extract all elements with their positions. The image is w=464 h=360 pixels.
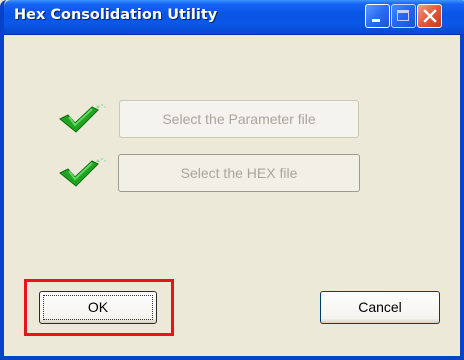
maximize-button[interactable] <box>391 4 416 28</box>
select-parameter-file-label: Select the Parameter file <box>162 111 316 127</box>
ok-highlight-box <box>24 279 174 336</box>
checkmark-icon <box>59 103 106 133</box>
window-title: Hex Consolidation Utility <box>14 7 218 23</box>
title-bar[interactable]: Hex Consolidation Utility <box>4 0 464 35</box>
select-parameter-file-button[interactable]: Select the Parameter file <box>119 100 359 138</box>
close-icon <box>423 9 437 23</box>
cancel-label: Cancel <box>358 299 402 315</box>
select-hex-file-label: Select the HEX file <box>180 165 298 181</box>
select-hex-file-button[interactable]: Select the HEX file <box>118 154 360 192</box>
minimize-button[interactable] <box>365 4 390 28</box>
checkmark-icon <box>59 157 106 187</box>
close-button[interactable] <box>417 4 442 28</box>
cancel-button[interactable]: Cancel <box>320 291 440 324</box>
maximize-icon <box>397 10 409 21</box>
minimize-icon <box>372 19 380 22</box>
